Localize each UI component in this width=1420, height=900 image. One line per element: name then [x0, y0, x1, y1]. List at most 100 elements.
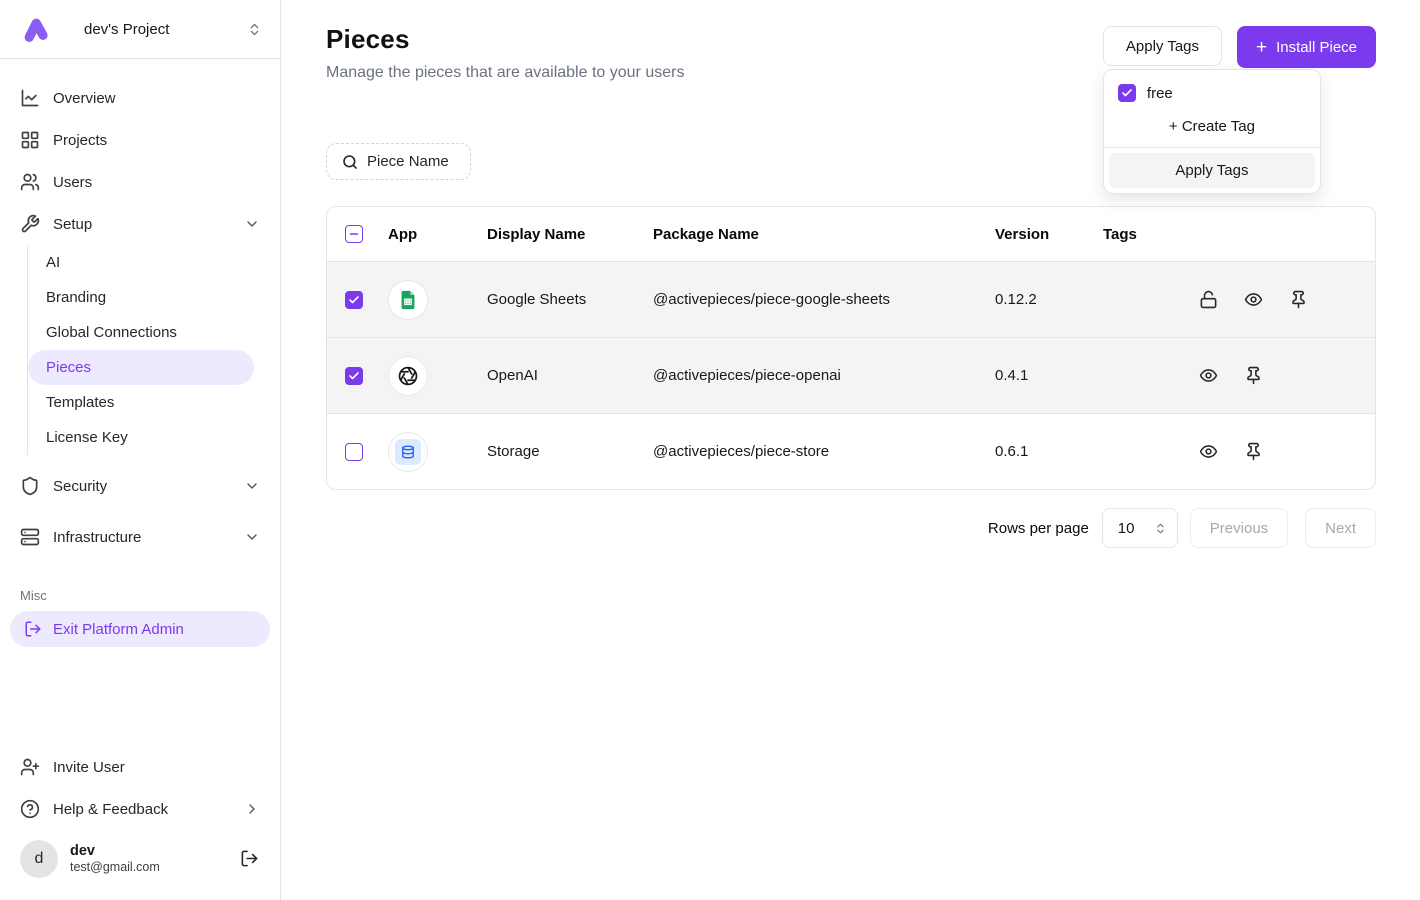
sidebar-item-license-key[interactable]: License Key: [28, 420, 254, 455]
line-chart-icon: [20, 88, 40, 108]
install-piece-label: Install Piece: [1276, 39, 1357, 56]
sidebar-label: Overview: [53, 90, 116, 107]
piece-search[interactable]: [326, 143, 471, 180]
sidebar-bottom: Invite User Help & Feedback d dev test@g…: [0, 746, 280, 900]
piece-version: 0.6.1: [995, 443, 1103, 460]
exit-label: Exit Platform Admin: [53, 621, 184, 638]
chevron-right-icon: [244, 801, 260, 817]
page-header-text: Pieces Manage the pieces that are availa…: [326, 24, 684, 82]
openai-icon: [388, 356, 428, 396]
sidebar: dev's Project Overview Projects Users Se…: [0, 0, 281, 900]
invite-user-label: Invite User: [53, 759, 125, 776]
exit-platform-admin-button[interactable]: Exit Platform Admin: [10, 611, 270, 647]
tag-label: free: [1147, 85, 1173, 102]
table-row[interactable]: Storage @activepieces/piece-store 0.6.1: [327, 413, 1375, 489]
select-all-checkbox[interactable]: [345, 225, 363, 243]
storage-icon: [388, 432, 428, 472]
tag-checkbox[interactable]: [1118, 84, 1136, 102]
shield-icon: [20, 476, 40, 496]
sidebar-label: Users: [53, 174, 92, 191]
sidebar-item-infrastructure[interactable]: Infrastructure: [10, 516, 270, 558]
col-tags: Tags: [1103, 226, 1199, 243]
apply-tags-dropdown: free + Create Tag Apply Tags: [1103, 69, 1321, 194]
google-sheets-icon: [388, 280, 428, 320]
pin-icon[interactable]: [1244, 366, 1263, 385]
install-piece-button[interactable]: + Install Piece: [1237, 26, 1376, 68]
user-name: dev: [70, 842, 228, 860]
sidebar-item-projects[interactable]: Projects: [10, 119, 270, 161]
eye-icon[interactable]: [1199, 366, 1218, 385]
invite-user-button[interactable]: Invite User: [10, 746, 270, 788]
sidebar-label: Projects: [53, 132, 107, 149]
project-name: dev's Project: [84, 21, 213, 38]
help-circle-icon: [20, 799, 40, 819]
row-checkbox[interactable]: [345, 367, 363, 385]
eye-icon[interactable]: [1244, 290, 1263, 309]
log-out-icon[interactable]: [240, 849, 260, 869]
create-tag-button[interactable]: + Create Tag: [1104, 108, 1320, 147]
tag-option-free[interactable]: free: [1104, 74, 1320, 108]
help-feedback-button[interactable]: Help & Feedback: [10, 788, 270, 830]
sidebar-item-security[interactable]: Security: [10, 465, 270, 507]
row-checkbox[interactable]: [345, 291, 363, 309]
sidebar-item-setup[interactable]: Setup: [10, 203, 270, 245]
avatar: d: [20, 840, 58, 878]
rows-per-page-value: 10: [1118, 520, 1135, 537]
wrench-icon: [20, 214, 40, 234]
col-package-name: Package Name: [653, 226, 995, 243]
col-app: App: [381, 226, 487, 243]
sidebar-item-pieces[interactable]: Pieces: [28, 350, 254, 385]
piece-package-name: @activepieces/piece-google-sheets: [653, 291, 995, 308]
user-plus-icon: [20, 757, 40, 777]
piece-version: 0.4.1: [995, 367, 1103, 384]
rows-per-page-select[interactable]: 10: [1102, 508, 1178, 548]
page-title: Pieces: [326, 24, 684, 55]
previous-page-button[interactable]: Previous: [1190, 508, 1288, 548]
sidebar-label: Setup: [53, 216, 92, 233]
sidebar-item-templates[interactable]: Templates: [28, 385, 254, 420]
sidebar-nav: Overview Projects Users Setup AI Brandin…: [0, 59, 280, 746]
main-content: Pieces Manage the pieces that are availa…: [281, 0, 1420, 578]
plus-icon: +: [1256, 38, 1267, 57]
next-page-button[interactable]: Next: [1305, 508, 1376, 548]
piece-search-input[interactable]: [367, 153, 455, 170]
pieces-table: App Display Name Package Name Version Ta…: [326, 206, 1376, 490]
table-row[interactable]: OpenAI @activepieces/piece-openai 0.4.1: [327, 337, 1375, 413]
piece-display-name: OpenAI: [487, 367, 653, 384]
eye-icon[interactable]: [1199, 442, 1218, 461]
user-meta: dev test@gmail.com: [70, 842, 228, 876]
chevrons-up-down-icon: [247, 22, 262, 37]
unlock-icon[interactable]: [1199, 290, 1218, 309]
chevron-down-icon: [244, 529, 260, 545]
table-row[interactable]: Google Sheets @activepieces/piece-google…: [327, 261, 1375, 337]
sidebar-item-overview[interactable]: Overview: [10, 77, 270, 119]
pin-icon[interactable]: [1244, 442, 1263, 461]
sidebar-label: Security: [53, 478, 107, 495]
header-actions: Apply Tags + Install Piece free + Create…: [1103, 24, 1376, 68]
col-version: Version: [995, 226, 1103, 243]
chevrons-up-down-icon: [1154, 522, 1167, 535]
sidebar-item-branding[interactable]: Branding: [28, 280, 254, 315]
sidebar-item-global-connections[interactable]: Global Connections: [28, 315, 254, 350]
page-header: Pieces Manage the pieces that are availa…: [326, 24, 1376, 82]
search-icon: [342, 154, 358, 170]
piece-display-name: Storage: [487, 443, 653, 460]
misc-section-label: Misc: [10, 558, 270, 611]
piece-display-name: Google Sheets: [487, 291, 653, 308]
project-selector[interactable]: dev's Project: [0, 0, 280, 58]
row-checkbox[interactable]: [345, 443, 363, 461]
chevron-down-icon: [244, 216, 260, 232]
help-feedback-label: Help & Feedback: [53, 801, 168, 818]
setup-children: AI Branding Global Connections Pieces Te…: [27, 245, 270, 455]
piece-package-name: @activepieces/piece-store: [653, 443, 995, 460]
apply-tags-button[interactable]: Apply Tags: [1103, 26, 1222, 66]
col-display-name: Display Name: [487, 226, 653, 243]
sidebar-item-users[interactable]: Users: [10, 161, 270, 203]
table-header-row: App Display Name Package Name Version Ta…: [327, 207, 1375, 261]
pin-icon[interactable]: [1289, 290, 1308, 309]
user-account-row[interactable]: d dev test@gmail.com: [10, 830, 270, 890]
apply-tags-menu-item[interactable]: Apply Tags: [1109, 153, 1315, 188]
activepieces-logo: [20, 14, 50, 44]
piece-version: 0.12.2: [995, 291, 1103, 308]
sidebar-item-ai[interactable]: AI: [28, 245, 254, 280]
